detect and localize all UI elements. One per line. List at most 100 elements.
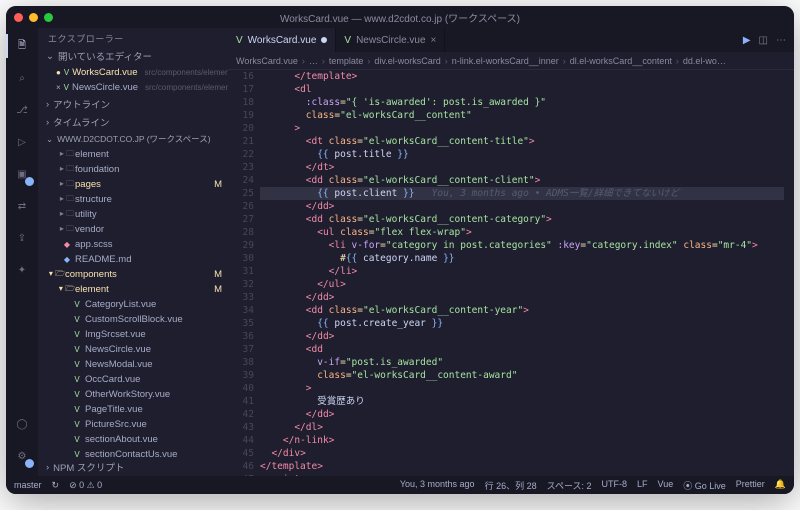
tree-label: app.scss — [75, 239, 113, 250]
zoom-icon[interactable] — [44, 13, 53, 22]
liveshare-icon[interactable]: ⇪ — [6, 226, 38, 250]
vue-icon: V — [72, 375, 82, 384]
vue-icon: V — [72, 345, 82, 354]
tab-actions: ▶ ◫ ⋯ — [735, 28, 794, 52]
status-blame[interactable]: You, 3 months ago — [400, 479, 475, 492]
status-spaces[interactable]: スペース: 2 — [547, 479, 592, 492]
tree-label: vendor — [75, 224, 104, 235]
tree-label: OtherWorkStory.vue — [85, 389, 170, 400]
tree-item[interactable]: VPageTitle.vue — [38, 402, 228, 417]
gear-icon[interactable]: ⚙ — [6, 444, 38, 468]
tree-item[interactable]: ▸ 🗀vendor — [38, 222, 228, 237]
vue-icon: V — [72, 435, 82, 444]
search-icon[interactable]: ⌕ — [6, 66, 38, 90]
close-icon[interactable]: × — [431, 35, 437, 46]
workspace-section[interactable]: ⌄WWW.D2CDOT.CO.JP (ワークスペース) — [38, 131, 228, 147]
tree-item[interactable]: VCategoryList.vue — [38, 297, 228, 312]
tree-item[interactable]: ▾ 🗁elementM — [38, 282, 228, 297]
editor-tab[interactable]: VNewsCircle.vue× — [336, 28, 445, 52]
tree-item[interactable]: ▸ 🗀element — [38, 147, 228, 162]
breadcrumb-segment[interactable]: dd.el-wo… — [683, 56, 726, 66]
tree-item[interactable]: VNewsModal.vue — [38, 357, 228, 372]
account-icon[interactable]: ◯ — [6, 412, 38, 436]
tree-label: sectionAbout.vue — [85, 434, 158, 445]
status-problems[interactable]: ⊘ 0 ⚠ 0 — [69, 480, 102, 491]
tree-label: CustomScrollBlock.vue — [85, 314, 183, 325]
tree-item[interactable]: VCustomScrollBlock.vue — [38, 312, 228, 327]
tree-item[interactable]: VImgSrcset.vue — [38, 327, 228, 342]
tree-label: ImgSrcset.vue — [85, 329, 146, 340]
tree-item[interactable]: VsectionContactUs.vue — [38, 447, 228, 458]
code-content[interactable]: </template> <dl :class="{ 'is-awarded': … — [260, 70, 784, 476]
tree-item[interactable]: VPictureSrc.vue — [38, 417, 228, 432]
status-bell[interactable]: 🔔 — [775, 479, 786, 492]
close-icon[interactable]: ● — [56, 68, 61, 77]
tree-item[interactable]: ▸ 🗀structure — [38, 192, 228, 207]
more-icon[interactable]: ⋯ — [776, 35, 786, 46]
tree-item[interactable]: VOccCard.vue — [38, 372, 228, 387]
open-editor-item[interactable]: ●VWorksCard.vuesrc/components/element — [38, 65, 228, 80]
tree-item[interactable]: ▸ 🗀pagesM — [38, 177, 228, 192]
folder-icon: ▸ 🗀 — [62, 148, 72, 162]
tree-item[interactable]: VOtherWorkStory.vue — [38, 387, 228, 402]
tree-item[interactable]: ▾ 🗁componentsM — [38, 267, 228, 282]
breadcrumb[interactable]: WorksCard.vue›…›template›div.el-worksCar… — [228, 52, 794, 70]
status-sync[interactable]: ↻ — [52, 480, 60, 491]
modified-dot-icon — [321, 37, 327, 43]
tab-bar: VWorksCard.vueVNewsCircle.vue× ▶ ◫ ⋯ — [228, 28, 794, 52]
vue-icon: V — [72, 420, 82, 429]
npm-section[interactable]: ›NPM スクリプト — [38, 458, 228, 476]
git-icon[interactable]: ⎇ — [6, 98, 38, 122]
breadcrumb-segment[interactable]: n-link.el-worksCard__inner — [452, 56, 559, 66]
file-icon: ◆ — [62, 240, 72, 249]
breadcrumb-segment[interactable]: template — [329, 56, 364, 66]
tree-label: utility — [75, 209, 97, 220]
tree-item[interactable]: ▸ 🗀foundation — [38, 162, 228, 177]
gutter: 1617181920212223242526272829303132333435… — [228, 70, 260, 476]
status-lang[interactable]: Vue — [658, 479, 674, 492]
tree-label: PageTitle.vue — [85, 404, 143, 415]
tree-item[interactable]: ◆app.scss — [38, 237, 228, 252]
open-editors-section[interactable]: ⌄開いているエディター — [38, 47, 228, 65]
breadcrumb-segment[interactable]: div.el-worksCard — [374, 56, 440, 66]
tree-item[interactable]: ◆README.md — [38, 252, 228, 267]
breadcrumb-segment[interactable]: … — [309, 56, 318, 66]
open-editor-item[interactable]: ×VNewsCircle.vuesrc/components/element — [38, 80, 228, 95]
copilot-icon[interactable]: ✦ — [6, 258, 38, 282]
remote-icon[interactable]: ⇄ — [6, 194, 38, 218]
status-prettier[interactable]: Prettier — [736, 479, 765, 492]
run-icon[interactable]: ▶ — [743, 35, 751, 46]
debug-icon[interactable]: ▷ — [6, 130, 38, 154]
vue-icon: V — [72, 450, 82, 458]
extensions-icon[interactable]: ▣ — [6, 162, 38, 186]
editor[interactable]: 1617181920212223242526272829303132333435… — [228, 70, 794, 476]
file-label: NewsCircle.vue — [72, 82, 138, 93]
title-bar[interactable]: WorksCard.vue — www.d2cdot.co.jp (ワークスペー… — [6, 6, 794, 28]
file-hint: src/components/element — [145, 83, 228, 92]
status-bar: master ↻ ⊘ 0 ⚠ 0 You, 3 months ago 行 26、列 28… — [6, 476, 794, 494]
tree-item[interactable]: ▸ 🗀utility — [38, 207, 228, 222]
vue-icon: V — [344, 35, 351, 46]
status-encoding[interactable]: UTF-8 — [602, 479, 628, 492]
tree-item[interactable]: VsectionAbout.vue — [38, 432, 228, 447]
vue-icon: V — [72, 390, 82, 399]
minimize-icon[interactable] — [29, 13, 38, 22]
scrollbar[interactable] — [784, 70, 794, 476]
status-eol[interactable]: LF — [637, 479, 648, 492]
vue-icon: V — [72, 360, 82, 369]
breadcrumb-segment[interactable]: WorksCard.vue — [236, 56, 298, 66]
tree-label: sectionContactUs.vue — [85, 449, 177, 458]
status-cursor[interactable]: 行 26、列 28 — [485, 479, 537, 492]
tab-label: WorksCard.vue — [248, 35, 317, 46]
files-icon[interactable]: 🗎 — [6, 34, 38, 58]
tree-item[interactable]: VNewsCircle.vue — [38, 342, 228, 357]
timeline-section[interactable]: ›タイムライン — [38, 113, 228, 131]
status-branch[interactable]: master — [14, 480, 42, 490]
split-icon[interactable]: ◫ — [759, 35, 768, 46]
status-live[interactable]: ⦿ Go Live — [683, 479, 726, 492]
close-icon[interactable]: × — [56, 83, 61, 92]
editor-tab[interactable]: VWorksCard.vue — [228, 28, 336, 52]
breadcrumb-segment[interactable]: dl.el-worksCard__content — [570, 56, 672, 66]
outline-section[interactable]: ›アウトライン — [38, 95, 228, 113]
close-icon[interactable] — [14, 13, 23, 22]
